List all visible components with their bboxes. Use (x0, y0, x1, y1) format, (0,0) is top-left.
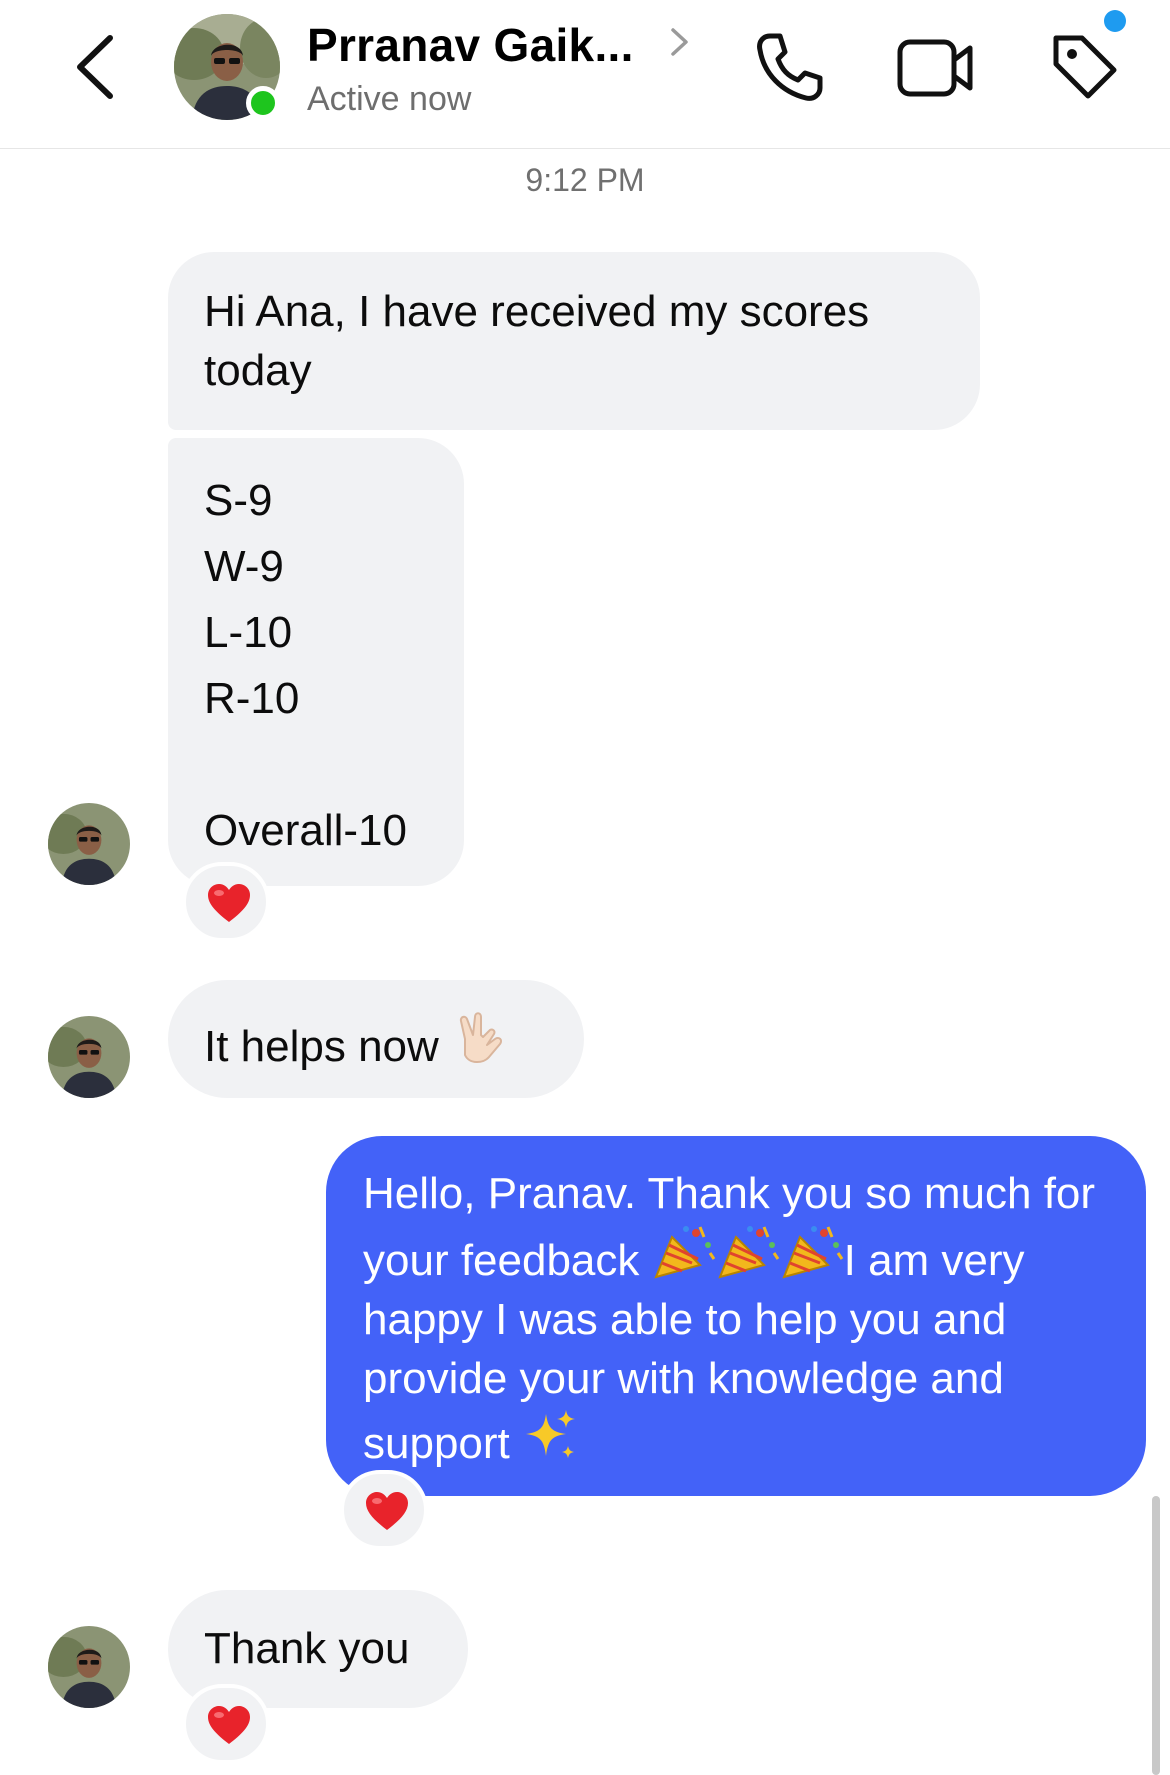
party-popper-icon (781, 1226, 843, 1279)
contact-name[interactable]: Prranav Gaik... (307, 18, 634, 72)
message-bubble-incoming[interactable]: It helps now (168, 980, 584, 1098)
scrollbar[interactable] (1152, 1496, 1160, 1775)
notification-dot (1104, 10, 1126, 32)
heart-icon (366, 1492, 408, 1530)
heart-reaction[interactable] (340, 1470, 428, 1550)
online-indicator (246, 86, 280, 120)
contact-status: Active now (307, 80, 472, 118)
avatar[interactable] (48, 803, 130, 885)
message-bubble-incoming[interactable]: Hi Ana, I have received my scores today (168, 252, 980, 430)
heart-icon (208, 1706, 250, 1744)
chat-header: Prranav Gaik... Active now (0, 0, 1170, 149)
message-bubble-outgoing[interactable]: Hello, Pranav. Thank you so much for you… (326, 1136, 1146, 1496)
back-chevron-icon[interactable] (70, 32, 120, 102)
heart-icon (208, 884, 250, 922)
phone-icon[interactable] (752, 30, 826, 104)
message-bubble-incoming[interactable]: S-9 W-9 L-10 R-10 Overall-10 (168, 438, 464, 886)
sparkles-icon (525, 1410, 575, 1458)
message-text: It helps now (204, 1022, 452, 1071)
party-popper-icon (717, 1226, 779, 1279)
heart-reaction[interactable] (182, 1684, 270, 1764)
tag-icon[interactable] (1048, 30, 1120, 102)
love-you-hand-icon (459, 1012, 503, 1063)
party-popper-icon (653, 1226, 715, 1279)
avatar[interactable] (48, 1626, 130, 1708)
heart-reaction[interactable] (182, 862, 270, 942)
avatar[interactable] (48, 1016, 130, 1098)
chevron-right-icon[interactable] (668, 22, 692, 62)
thread-timestamp: 9:12 PM (525, 162, 645, 198)
video-camera-icon[interactable] (896, 36, 976, 100)
